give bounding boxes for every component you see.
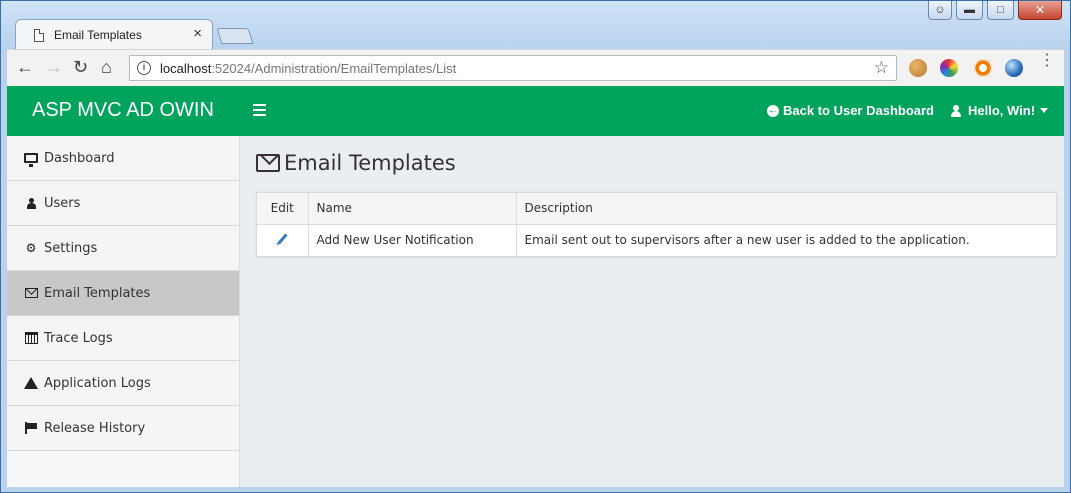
page-viewport: ASP MVC AD OWIN ← Back to User Dashboard… xyxy=(7,86,1064,487)
user-icon xyxy=(24,196,38,210)
top-navbar: ASP MVC AD OWIN ← Back to User Dashboard… xyxy=(7,86,1064,136)
sidebar-item-settings[interactable]: ⚙ Settings xyxy=(7,226,239,271)
address-bar[interactable]: i localhost:52024/Administration/EmailTe… xyxy=(129,55,897,81)
column-header-name: Name xyxy=(308,193,517,225)
column-header-edit: Edit xyxy=(257,193,309,225)
sidebar-item-release-history[interactable]: Release History xyxy=(7,406,239,451)
reload-icon[interactable]: ↻ xyxy=(73,57,88,77)
back-to-dashboard-link[interactable]: ← Back to User Dashboard xyxy=(767,103,934,118)
sidebar-item-label: Dashboard xyxy=(44,150,115,166)
sidebar-item-email-templates[interactable]: Email Templates xyxy=(7,271,239,316)
minimize-button[interactable]: ▬ xyxy=(956,1,983,20)
bookmark-star-icon[interactable]: ☆ xyxy=(874,58,889,78)
brand-link[interactable]: ASP MVC AD OWIN xyxy=(32,99,214,122)
browser-menu-icon[interactable]: ⋮ xyxy=(1039,53,1055,69)
caret-down-icon xyxy=(1040,108,1049,113)
sidebar-item-application-logs[interactable]: Application Logs xyxy=(7,361,239,406)
close-window-button[interactable]: ✕ xyxy=(1018,1,1062,20)
lifebuoy-extension-icon[interactable] xyxy=(974,59,992,77)
page-title-text: Email Templates xyxy=(284,151,456,175)
table-row: Add New User Notification Email sent out… xyxy=(257,224,1056,256)
hamburger-menu-icon[interactable] xyxy=(253,104,266,116)
sidebar-item-label: Settings xyxy=(44,240,98,256)
email-templates-table: Edit Name Description Add New User Notif… xyxy=(256,192,1057,257)
user-greeting: Hello, Win! xyxy=(968,103,1036,118)
main-content: Email Templates Edit Name Description Ad… xyxy=(240,136,1064,487)
url-host: localhost xyxy=(160,61,212,76)
template-name-cell: Add New User Notification xyxy=(308,224,517,256)
tab-close-icon[interactable]: × xyxy=(193,25,202,42)
envelope-icon xyxy=(256,154,280,172)
back-arrow-icon[interactable]: ← xyxy=(16,57,34,77)
user-menu-dropdown[interactable]: Hello, Win! xyxy=(951,103,1049,118)
person-icon: ☺ xyxy=(934,4,946,16)
sidebar-item-label: Email Templates xyxy=(44,285,151,301)
sidebar-item-label: Release History xyxy=(44,420,146,436)
edit-cell xyxy=(257,224,309,256)
table-header-row: Edit Name Description xyxy=(257,193,1056,225)
forward-arrow-icon[interactable]: → xyxy=(45,57,63,77)
warning-icon xyxy=(24,376,38,390)
sidebar-item-trace-logs[interactable]: Trace Logs xyxy=(7,316,239,361)
sidebar-item-label: Users xyxy=(44,195,81,211)
back-link-label: Back to User Dashboard xyxy=(783,103,934,118)
browser-window: Email Templates × ☺ ▬ □ ✕ ← → ↻ ⌂ i loca… xyxy=(0,0,1071,493)
color-picker-extension-icon[interactable] xyxy=(940,59,958,77)
template-description-cell: Email sent out to supervisors after a ne… xyxy=(524,233,970,248)
maximize-button[interactable]: □ xyxy=(987,1,1014,20)
window-controls: ☺ ▬ □ ✕ xyxy=(928,1,1062,21)
close-icon: ✕ xyxy=(1034,3,1046,17)
globe-extension-icon[interactable] xyxy=(1005,59,1023,77)
page-icon xyxy=(34,29,44,42)
sidebar: Dashboard Users ⚙ Settings Email Templat… xyxy=(7,136,240,487)
sidebar-item-label: Trace Logs xyxy=(44,330,113,346)
new-tab-button[interactable] xyxy=(216,28,254,44)
browser-toolbar: ← → ↻ ⌂ i localhost:52024/Administration… xyxy=(7,49,1064,86)
circle-arrow-left-icon: ← xyxy=(767,104,779,117)
column-header-description: Description xyxy=(516,193,1056,225)
flag-icon xyxy=(24,421,38,435)
url-text[interactable]: localhost:52024/Administration/EmailTemp… xyxy=(160,61,456,76)
pencil-edit-icon[interactable] xyxy=(277,233,288,245)
sidebar-item-label: Application Logs xyxy=(44,375,151,391)
monitor-icon xyxy=(24,151,38,167)
envelope-icon xyxy=(24,286,38,300)
gear-icon: ⚙ xyxy=(25,241,37,255)
url-path: :52024/Administration/EmailTemplates/Lis… xyxy=(211,61,457,76)
cookie-extension-icon[interactable] xyxy=(909,59,927,77)
browser-tab[interactable]: Email Templates × xyxy=(15,19,213,49)
home-icon[interactable]: ⌂ xyxy=(101,57,112,77)
user-icon xyxy=(951,104,961,117)
minimize-icon: ▬ xyxy=(964,4,975,16)
sidebar-item-users[interactable]: Users xyxy=(7,181,239,226)
tab-title: Email Templates xyxy=(54,28,142,42)
sidebar-item-dashboard[interactable]: Dashboard xyxy=(7,136,239,181)
window-chrome: Email Templates × ☺ ▬ □ ✕ ← → ↻ ⌂ i loca… xyxy=(1,1,1070,492)
info-icon[interactable]: i xyxy=(137,61,151,75)
calendar-icon xyxy=(24,331,38,345)
page-title: Email Templates xyxy=(256,151,456,175)
maximize-icon: □ xyxy=(997,4,1004,16)
profile-button[interactable]: ☺ xyxy=(928,1,952,20)
